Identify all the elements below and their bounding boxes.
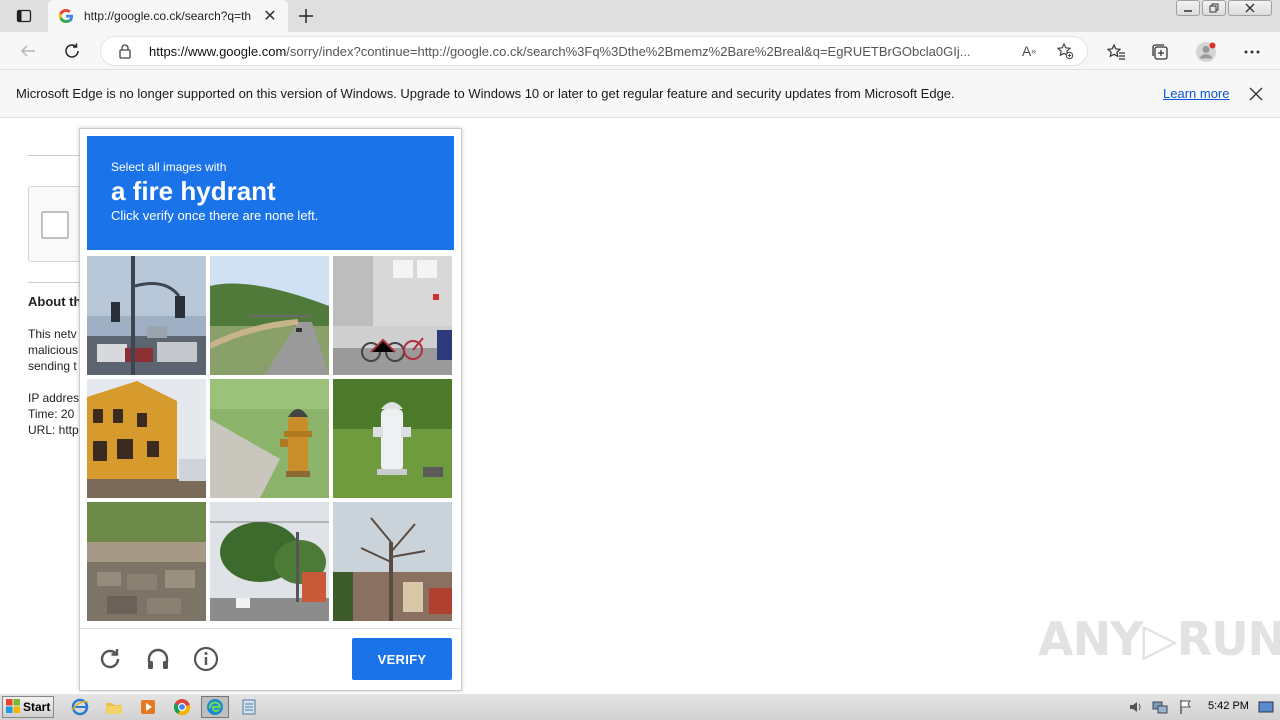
image-tile-highway[interactable] [210,256,329,375]
infobar-message: Microsoft Edge is no longer supported on… [16,86,955,101]
tab-actions-icon[interactable] [8,4,40,28]
restore-icon[interactable] [1202,0,1226,16]
info-icon[interactable] [192,645,220,673]
profile-avatar-icon[interactable] [1195,41,1217,63]
anyrun-watermark: ANY▷RUN [1038,612,1280,666]
unsupported-os-infobar: Microsoft Edge is no longer supported on… [0,70,1280,118]
google-favicon-icon [58,8,74,24]
tab-close-icon[interactable]: ✕ [262,8,278,25]
tab-google-search[interactable]: http://google.co.ck/search?q=th ✕ [48,0,288,32]
action-center-flag-icon[interactable] [1178,699,1194,720]
volume-icon[interactable] [1128,699,1144,720]
back-arrow-icon[interactable] [16,39,40,63]
verify-button[interactable]: VERIFY [352,638,452,680]
file-explorer-icon[interactable] [100,696,128,718]
new-tab-icon[interactable] [294,4,318,28]
chrome-icon[interactable] [168,696,196,718]
image-tile-yellow-building[interactable] [87,379,206,498]
reload-challenge-icon[interactable] [96,645,124,673]
address-bar[interactable]: https://www.google.com/sorry/index?conti… [100,36,1088,66]
url-path: /sorry/index?continue=http://google.co.c… [286,43,971,59]
windows-logo-icon [6,698,20,716]
collections-icon[interactable] [1149,41,1171,63]
challenge-header: Select all images with a fire hydrant Cl… [87,136,454,250]
start-label: Start [23,700,51,714]
divider [80,628,461,629]
url-host: https://www.google.com [149,43,287,59]
body-line: This netv [28,327,77,341]
edge-icon[interactable] [201,696,229,718]
internet-explorer-icon[interactable] [66,696,94,718]
infobar-close-icon[interactable] [1246,84,1266,104]
lock-icon[interactable] [117,43,133,59]
system-tray: 5:42 PM [1120,696,1278,718]
challenge-hint: Click verify once there are none left. [111,208,319,223]
favorites-icon[interactable] [1105,41,1127,63]
minimize-icon[interactable] [1176,0,1200,16]
refresh-icon[interactable] [60,39,84,63]
image-tile-bare-tree[interactable] [333,502,452,621]
challenge-instruction: Select all images with [111,160,227,174]
network-icon[interactable] [1152,699,1168,720]
image-tile-traffic-lights[interactable] [87,256,206,375]
url-line: URL: http [28,423,79,437]
notepad-icon[interactable] [235,696,263,718]
read-aloud-icon[interactable]: A» [1020,42,1038,60]
show-desktop-icon[interactable] [1258,699,1274,720]
media-player-icon[interactable] [134,696,162,718]
ip-address-line: IP addres [28,391,80,405]
image-tile-yellow-fire-hydrant[interactable] [210,379,329,498]
recaptcha-checkbox[interactable] [41,211,69,239]
add-favorite-icon[interactable] [1056,42,1074,60]
body-line: malicious [28,343,79,357]
image-tile-bicycles[interactable] [333,256,452,375]
window-controls [1176,0,1272,18]
image-tile-white-fire-hydrant[interactable] [333,379,452,498]
recaptcha-challenge-dialog: Select all images with a fire hydrant Cl… [79,128,462,691]
tab-bar: http://google.co.ck/search?q=th ✕ [0,0,1280,32]
windows-taskbar: Start 5:42 PM [0,693,1280,720]
image-grid [87,256,454,622]
body-line: sending t [28,359,77,373]
tab-title: http://google.co.ck/search?q=th [84,9,252,23]
about-heading: About th [28,294,82,309]
more-menu-icon[interactable] [1241,41,1263,63]
image-tile-stone-wall[interactable] [87,502,206,621]
image-tile-street-trees[interactable] [210,502,329,621]
start-button[interactable]: Start [2,696,54,718]
learn-more-link[interactable]: Learn more [1163,86,1229,101]
close-window-icon[interactable] [1228,0,1272,16]
challenge-target: a fire hydrant [111,176,276,206]
audio-challenge-icon[interactable] [144,645,172,673]
browser-toolbar: https://www.google.com/sorry/index?conti… [0,32,1280,70]
clock: 5:42 PM [1208,700,1249,712]
time-line: Time: 20 [28,407,75,421]
url-text[interactable]: https://www.google.com/sorry/index?conti… [149,44,1009,59]
